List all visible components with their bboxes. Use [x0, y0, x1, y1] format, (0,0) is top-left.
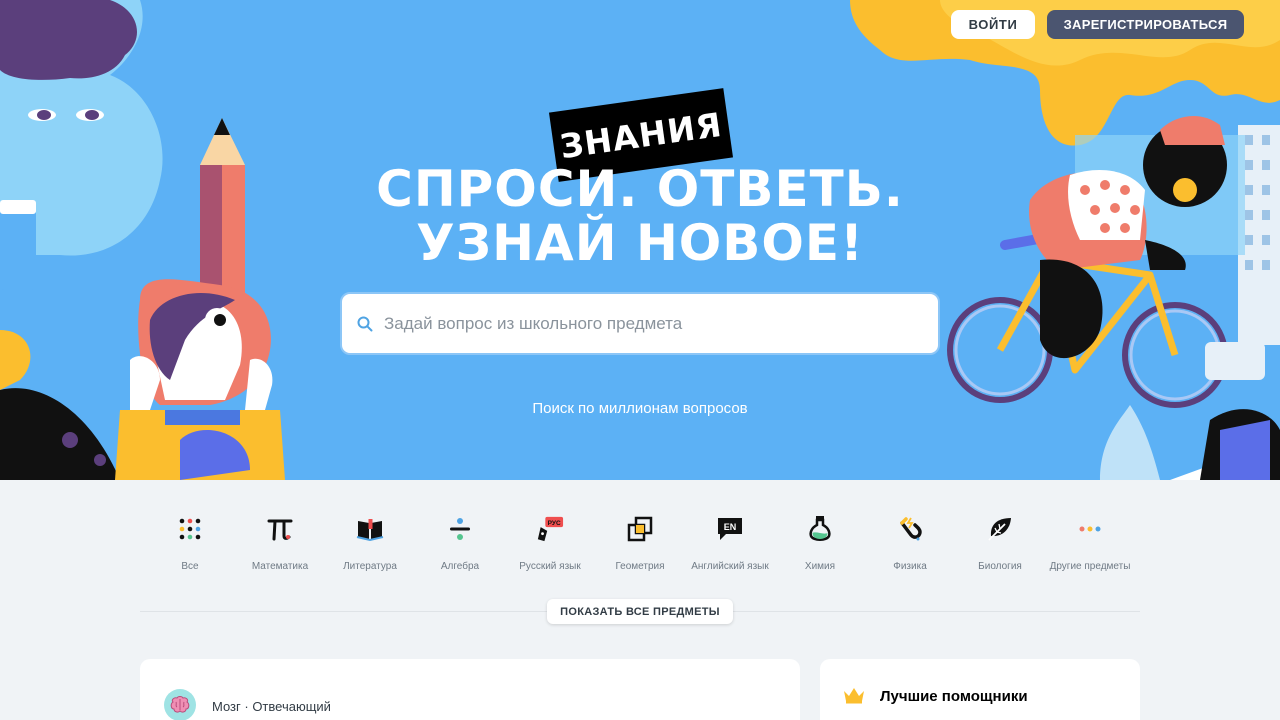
search-bar[interactable] — [340, 292, 940, 355]
avatar[interactable] — [164, 689, 196, 720]
pi-icon — [266, 515, 294, 543]
register-button[interactable]: ЗАРЕГИСТРИРОВАТЬСЯ — [1047, 10, 1244, 39]
subject-algebra[interactable]: Алгебра — [415, 515, 505, 575]
subjects-bar: Все Математика Литература Алгебра РУС Ру… — [145, 515, 1135, 575]
best-helpers-card: Лучшие помощники — [820, 659, 1140, 720]
subject-physics[interactable]: Физика — [865, 515, 955, 575]
subject-other[interactable]: Другие предметы — [1045, 515, 1135, 575]
subject-all[interactable]: Все — [145, 515, 235, 575]
search-input[interactable] — [384, 313, 924, 334]
hero-banner: ВОЙТИ ЗАРЕГИСТРИРОВАТЬСЯ ЗНАНИЯ СПРОСИ. … — [0, 0, 1280, 480]
subject-label: Все — [181, 561, 199, 572]
subject-label: Геометрия — [615, 561, 665, 572]
pen-nib-rus-icon: РУС — [536, 515, 564, 543]
three-dots-icon — [1076, 515, 1104, 543]
book-icon — [356, 515, 384, 543]
grid-dots-icon — [176, 515, 204, 543]
hero-headline: СПРОСИ. ОТВЕТЬ. УЗНАЙ НОВОЕ! — [330, 162, 950, 270]
subject-biology[interactable]: Биология — [955, 515, 1045, 575]
overlapping-squares-icon — [626, 515, 654, 543]
rus-badge-text: РУС — [548, 520, 561, 527]
subject-label: Физика — [893, 561, 927, 572]
subject-label: Русский язык — [519, 561, 581, 572]
question-card: Мозг · Отвечающий — [140, 659, 800, 720]
subject-label: Другие предметы — [1049, 561, 1131, 572]
subject-geometry[interactable]: Геометрия — [595, 515, 685, 575]
subject-literature[interactable]: Литература — [325, 515, 415, 575]
magnet-icon — [896, 515, 924, 543]
best-helpers-title: Лучшие помощники — [880, 688, 1028, 705]
brain-icon — [170, 696, 190, 713]
search-icon — [357, 316, 373, 331]
show-all-subjects-button[interactable]: ПОКАЗАТЬ ВСЕ ПРЕДМЕТЫ — [547, 599, 733, 624]
headline-line-2: УЗНАЙ НОВОЕ! — [416, 214, 864, 272]
subject-label: Литература — [343, 561, 397, 572]
subject-math[interactable]: Математика — [235, 515, 325, 575]
subject-label: Алгебра — [440, 561, 480, 572]
subject-label: Биология — [978, 561, 1022, 572]
divide-icon — [446, 515, 474, 543]
headline-line-1: СПРОСИ. ОТВЕТЬ. — [376, 160, 904, 218]
author-rank[interactable]: Мозг · Отвечающий — [212, 699, 331, 714]
flask-icon — [806, 515, 834, 543]
speech-bubble-en-icon: EN — [716, 515, 744, 543]
subject-label: Математика — [251, 561, 309, 572]
login-button[interactable]: ВОЙТИ — [951, 10, 1035, 39]
subject-english[interactable]: EN Английский язык — [685, 515, 775, 575]
en-badge-text: EN — [724, 522, 737, 532]
subject-russian[interactable]: РУС Русский язык — [505, 515, 595, 575]
crown-icon — [844, 688, 864, 704]
subject-label: Химия — [804, 561, 836, 572]
search-hint: Поиск по миллионам вопросов — [532, 400, 748, 417]
subject-label: Английский язык — [691, 561, 769, 572]
leaf-icon — [986, 515, 1014, 543]
subject-chemistry[interactable]: Химия — [775, 515, 865, 575]
